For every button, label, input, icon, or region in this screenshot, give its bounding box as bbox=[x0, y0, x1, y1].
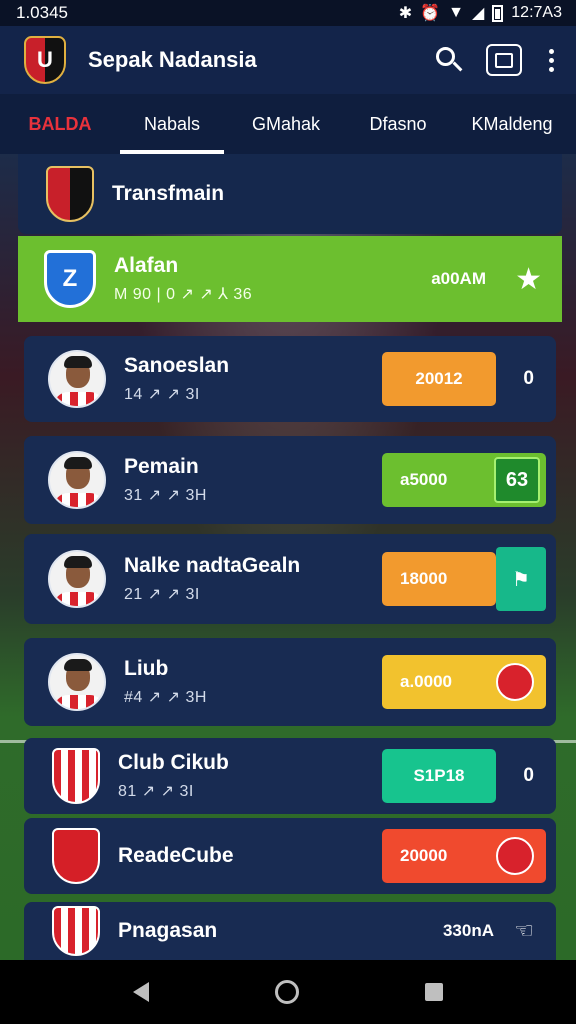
player-avatar bbox=[48, 451, 106, 509]
score-badge[interactable]: S1P18 bbox=[382, 749, 496, 803]
status-bar: 1.0345 ✱ ⏰ ▼ ◢ 12:7A3 bbox=[0, 0, 576, 26]
list-item[interactable]: Pemain 31 ↗ ↗ 3H a5000 63 bbox=[24, 436, 556, 524]
referee-icon[interactable]: ⚑ bbox=[496, 547, 546, 611]
tab-balda[interactable]: BALDA bbox=[0, 94, 120, 154]
battery-icon bbox=[492, 4, 504, 22]
list-item[interactable]: Transfmain bbox=[18, 154, 562, 234]
player-avatar bbox=[48, 350, 106, 408]
club-crest bbox=[52, 906, 100, 956]
match-list: Transfmain Z Alafan M 90 | 0 ↗ ↗ ⅄ 36 a0… bbox=[18, 154, 562, 960]
app-title: Sepak Nadansia bbox=[88, 47, 257, 72]
back-icon[interactable] bbox=[133, 982, 149, 1002]
club-logo[interactable]: U bbox=[24, 36, 66, 84]
row-count: 0 bbox=[523, 765, 534, 786]
list-item[interactable]: Pnagasan 330nA ☜ bbox=[24, 902, 556, 960]
tab-kmaldeng[interactable]: KMaldeng bbox=[448, 94, 576, 154]
club-crest bbox=[52, 748, 100, 804]
home-icon[interactable] bbox=[275, 980, 299, 1004]
status-icons: ✱ ⏰ ▼ ◢ 12:7A3 bbox=[399, 3, 562, 23]
club-crest bbox=[52, 828, 100, 884]
list-item[interactable]: Club Cikub 81 ↗ ↗ 3I S1P18 0 bbox=[24, 738, 556, 814]
ball-icon[interactable] bbox=[496, 663, 534, 701]
status-time: 1.0345 bbox=[16, 3, 68, 22]
system-nav-bar bbox=[0, 960, 576, 1024]
score-badge[interactable]: 18000 bbox=[382, 552, 496, 606]
tab-nabals[interactable]: Nabals bbox=[120, 94, 224, 154]
club-crest bbox=[46, 166, 94, 222]
status-right-time: 12:7A3 bbox=[511, 4, 562, 21]
match-time: a00AM bbox=[431, 269, 486, 288]
row-name: Transfmain bbox=[112, 182, 225, 205]
score-badge[interactable]: 20012 bbox=[382, 352, 496, 406]
save-icon[interactable] bbox=[486, 44, 522, 76]
list-item[interactable]: Nalke nadtaGealn 21 ↗ ↗ 3I 18000 ⚑ bbox=[24, 534, 556, 624]
score-tile: 63 bbox=[494, 457, 540, 503]
app-bar: U Sepak Nadansia bbox=[0, 26, 576, 94]
more-options-icon[interactable] bbox=[546, 48, 556, 72]
row-sub: M 90 | 0 ↗ ↗ ⅄ 36 bbox=[114, 286, 253, 303]
bluetooth-icon: ✱ bbox=[398, 5, 413, 22]
recents-icon[interactable] bbox=[425, 983, 443, 1001]
star-icon[interactable]: ★ bbox=[515, 262, 542, 297]
shield-logo: Z bbox=[44, 250, 96, 308]
row-count: 0 bbox=[523, 368, 534, 389]
list-item[interactable]: Sanoeslan 14 ↗ ↗ 3I 20012 0 bbox=[24, 336, 556, 422]
list-item[interactable]: ReadeCube 20000 bbox=[24, 818, 556, 894]
player-avatar bbox=[48, 653, 106, 711]
tab-dfasno[interactable]: Dfasno bbox=[348, 94, 448, 154]
list-item-highlighted[interactable]: Z Alafan M 90 | 0 ↗ ↗ ⅄ 36 a00AM ★ bbox=[18, 236, 562, 322]
wifi-icon: ▼ bbox=[448, 4, 464, 21]
match-time: 330nA bbox=[442, 921, 494, 940]
tab-bar: BALDA Nabals GMahak Dfasno KMaldeng bbox=[0, 94, 576, 154]
search-icon[interactable] bbox=[436, 47, 463, 73]
list-item[interactable]: Liub #4 ↗ ↗ 3H a.0000 bbox=[24, 638, 556, 726]
app-actions bbox=[436, 44, 556, 76]
signal-icon: ◢ bbox=[471, 5, 485, 22]
tab-gmahak[interactable]: GMahak bbox=[224, 94, 348, 154]
hand-icon[interactable]: ☜ bbox=[514, 918, 534, 944]
player-avatar bbox=[48, 550, 106, 608]
alarm-icon: ⏰ bbox=[420, 5, 441, 22]
row-name: Alafan bbox=[114, 254, 179, 277]
ball-icon[interactable] bbox=[496, 837, 534, 875]
